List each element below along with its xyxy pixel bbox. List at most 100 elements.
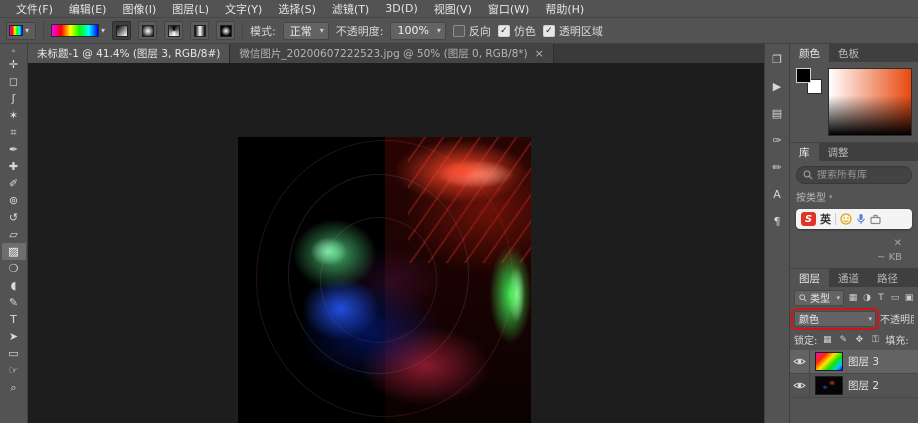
radial-gradient-icon[interactable]: [138, 21, 157, 40]
layer-blend-mode-select[interactable]: 颜色: [794, 311, 876, 327]
layer-row-3[interactable]: 图层 3: [790, 350, 918, 374]
foreground-background-swatches[interactable]: [796, 68, 822, 94]
document-tab-inactive[interactable]: 微信图片_20200607222523.jpg @ 50% (图层 0, RGB…: [230, 44, 553, 63]
menu-item-view[interactable]: 视图(V): [426, 1, 480, 17]
tab-adjustments[interactable]: 调整: [819, 143, 858, 161]
layer-row-2[interactable]: 图层 2: [790, 374, 918, 398]
layer-name[interactable]: 图层 2: [848, 378, 879, 393]
microphone-icon[interactable]: [856, 213, 866, 225]
menu-item-help[interactable]: 帮助(H): [537, 1, 592, 17]
layer-lock-row: 锁定: ▦ ✎ ✥ ⚿ 填充:: [790, 329, 918, 350]
search-icon: [803, 170, 813, 180]
tab-paths[interactable]: 路径: [868, 269, 907, 287]
sogou-logo-icon[interactable]: S: [801, 212, 816, 226]
layers-panel: 图层 通道 路径 类型 ▦ ◑ T ▭ ▣: [790, 269, 918, 423]
tab-swatches[interactable]: 色板: [829, 44, 868, 62]
menu-item-file[interactable]: 文件(F): [8, 1, 61, 17]
dither-checkbox[interactable]: [498, 25, 510, 37]
tab-libraries[interactable]: 库: [790, 143, 819, 161]
eyedropper-tool[interactable]: ✒: [2, 141, 26, 158]
layer-name[interactable]: 图层 3: [848, 354, 879, 369]
ime-toolbar[interactable]: S 英: [796, 209, 912, 229]
menu-item-type[interactable]: 文字(Y): [217, 1, 270, 17]
tab-channels[interactable]: 通道: [829, 269, 868, 287]
reverse-checkbox[interactable]: [453, 25, 465, 37]
toolbox-icon[interactable]: [870, 214, 881, 225]
canvas[interactable]: [28, 63, 764, 423]
brush-tool[interactable]: ✐: [2, 175, 26, 192]
lock-position-icon[interactable]: ✥: [853, 333, 865, 346]
layer-filter-type-select[interactable]: 类型: [794, 290, 844, 306]
reflected-gradient-icon[interactable]: [190, 21, 209, 40]
document-tab-active[interactable]: 未标题-1 @ 41.4% (图层 3, RGB/8#): [28, 44, 230, 63]
color-picker-field[interactable]: [828, 68, 912, 136]
blur-tool[interactable]: ❍: [2, 260, 26, 277]
actions-panel-icon[interactable]: ▶: [767, 77, 787, 95]
menu-item-3d[interactable]: 3D(D): [377, 2, 426, 15]
linear-gradient-icon[interactable]: [112, 21, 131, 40]
menu-item-window[interactable]: 窗口(W): [480, 1, 537, 17]
menu-item-select[interactable]: 选择(S): [270, 1, 324, 17]
smart-object-filter-icon[interactable]: ▣: [904, 291, 914, 305]
marquee-tool[interactable]: ◻: [2, 73, 26, 90]
lock-image-pixels-icon[interactable]: ✎: [837, 333, 849, 346]
menu-item-image[interactable]: 图像(I): [114, 1, 164, 17]
reverse-label: 反向: [469, 23, 491, 39]
lasso-tool[interactable]: ʃ: [2, 90, 26, 107]
menu-item-layer[interactable]: 图层(L): [164, 1, 217, 17]
pen-tool[interactable]: ✎: [2, 294, 26, 311]
path-selection-tool[interactable]: ➤: [2, 328, 26, 345]
layer-thumbnail[interactable]: [815, 376, 843, 395]
menu-item-edit[interactable]: 编辑(E): [61, 1, 115, 17]
dodge-tool[interactable]: ◖: [2, 277, 26, 294]
ime-language-indicator[interactable]: 英: [820, 211, 831, 227]
magic-wand-tool[interactable]: ✶: [2, 107, 26, 124]
adjustment-filter-icon[interactable]: ◑: [862, 291, 872, 305]
shape-filter-icon[interactable]: ▭: [890, 291, 900, 305]
history-brush-tool[interactable]: ↺: [2, 209, 26, 226]
pixel-filter-icon[interactable]: ▦: [848, 291, 858, 305]
close-icon[interactable]: ×: [535, 47, 544, 60]
brush-settings-panel-icon[interactable]: ✑: [767, 131, 787, 149]
zoom-tool[interactable]: ⌕: [2, 379, 26, 396]
blend-mode-select[interactable]: 正常: [283, 22, 329, 40]
crop-tool[interactable]: ⌗: [2, 124, 26, 141]
library-search-box[interactable]: [796, 166, 912, 184]
type-filter-icon[interactable]: T: [876, 291, 886, 305]
emoji-icon[interactable]: [840, 213, 852, 225]
angle-gradient-icon[interactable]: [164, 21, 183, 40]
properties-panel-icon[interactable]: ▤: [767, 104, 787, 122]
hand-tool[interactable]: ☞: [2, 362, 26, 379]
character-panel-icon[interactable]: A: [767, 185, 787, 203]
library-search-input[interactable]: [817, 170, 905, 181]
gradient-picker[interactable]: [51, 24, 105, 37]
type-tool[interactable]: T: [2, 311, 26, 328]
gradient-tool[interactable]: ▨: [2, 243, 26, 260]
menu-item-filter[interactable]: 滤镜(T): [324, 1, 377, 17]
clone-stamp-tool[interactable]: ⊚: [2, 192, 26, 209]
lock-transparent-pixels-icon[interactable]: ▦: [821, 333, 833, 346]
color-panel-tabs: 颜色 色板: [790, 44, 918, 62]
lock-all-icon[interactable]: ⚿: [869, 333, 881, 346]
library-sort-select[interactable]: 按类型: [796, 189, 912, 204]
diamond-gradient-icon[interactable]: [216, 21, 235, 40]
paragraph-panel-icon[interactable]: ¶: [767, 212, 787, 230]
shape-tool[interactable]: ▭: [2, 345, 26, 362]
healing-brush-tool[interactable]: ✚: [2, 158, 26, 175]
layer-thumbnail[interactable]: [815, 352, 843, 371]
clone-source-panel-icon[interactable]: ✏: [767, 158, 787, 176]
opacity-select[interactable]: 100%: [390, 22, 445, 40]
sync-close-icon[interactable]: ✕: [894, 238, 902, 249]
eraser-tool[interactable]: ▱: [2, 226, 26, 243]
move-tool[interactable]: ✛: [2, 56, 26, 73]
visibility-toggle[interactable]: [790, 350, 810, 373]
toolbar-collapse-icon[interactable]: »: [11, 46, 15, 56]
foreground-color-swatch[interactable]: [796, 68, 811, 83]
layer-opacity-label: 不透明度:: [880, 311, 914, 326]
tab-layers[interactable]: 图层: [790, 269, 829, 287]
visibility-toggle[interactable]: [790, 374, 810, 397]
tool-preset-picker[interactable]: [6, 22, 36, 40]
transparency-checkbox[interactable]: [543, 25, 555, 37]
history-panel-icon[interactable]: ❐: [767, 50, 787, 68]
tab-color[interactable]: 颜色: [790, 44, 829, 62]
